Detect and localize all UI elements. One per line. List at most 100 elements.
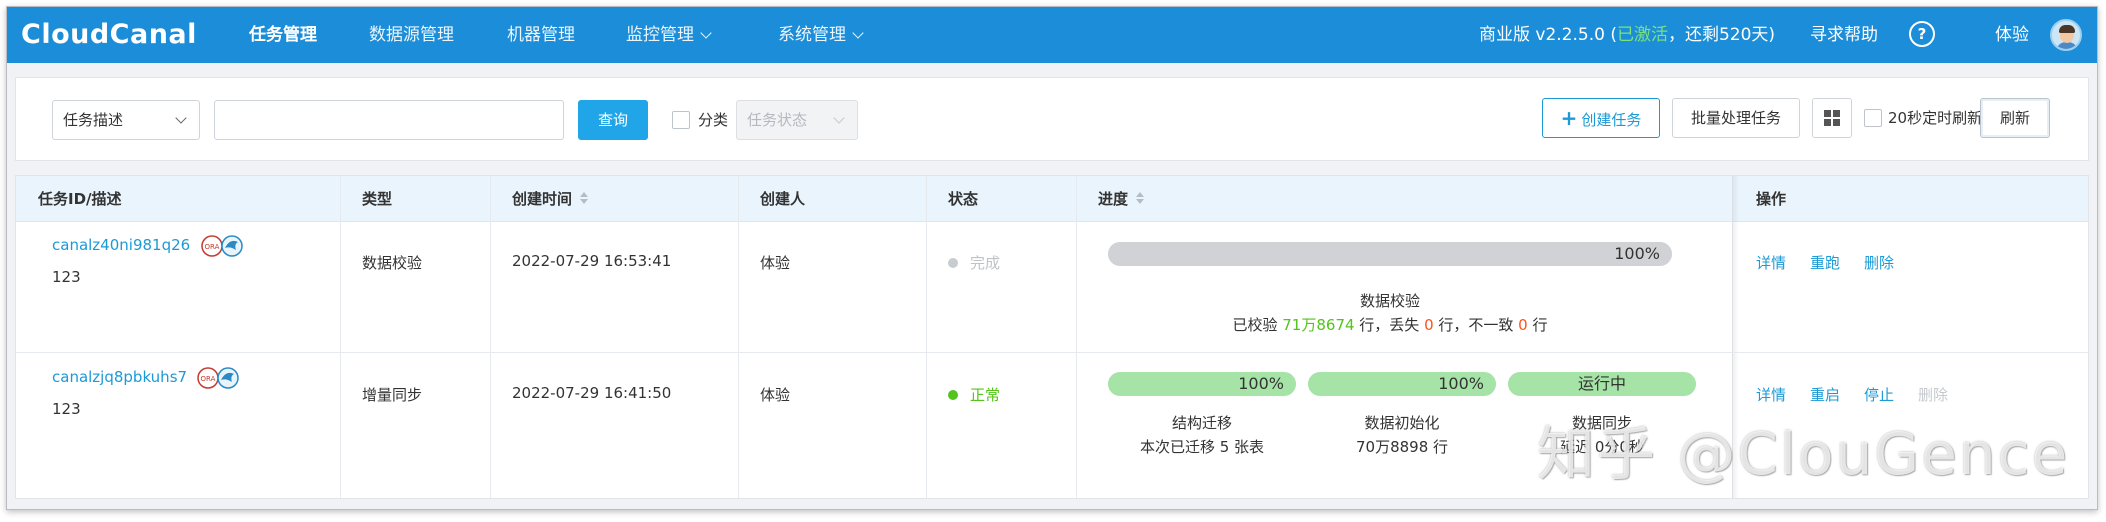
col-header-actions: 操作 [1756,190,1787,208]
version-info: 商业版 v2.2.5.0 (已激活，还剩520天) [1479,7,1775,63]
nav-item-label: 监控管理 [626,25,694,45]
create-task-button[interactable]: + 创建任务 [1542,98,1660,138]
nav-item-machine-management[interactable]: 机器管理 [507,7,575,63]
stage-detail: 延迟 0分0秒 [1560,438,1644,456]
svg-text:ORA: ORA [201,375,216,383]
stage-detail: 70万8898 行 [1355,438,1449,456]
column-divider [340,176,341,498]
col-header-type: 类型 [362,190,393,208]
avatar[interactable] [2050,19,2082,51]
progress-bar-sync: 运行中 [1508,372,1696,396]
stats-text: 行，不一致 [1433,316,1519,334]
grid-view-button[interactable] [1812,98,1852,138]
task-created: 2022-07-29 16:53:41 [512,252,672,270]
restart-link[interactable]: 重启 [1810,384,1840,405]
progress-fill [1108,242,1672,266]
mismatch-count: 0 [1518,316,1528,334]
stage-name: 结构迁移 [1171,414,1232,432]
task-creator: 体验 [760,386,791,404]
query-button[interactable]: 查询 [578,100,648,140]
delete-link[interactable]: 删除 [1864,252,1894,273]
progress-bar-structure: 100% [1108,372,1296,396]
progress-percent: 100% [1438,374,1484,393]
rerun-link[interactable]: 重跑 [1810,252,1840,273]
avatar-hair [2059,25,2075,33]
filter-field-select[interactable]: 任务描述 [52,100,200,140]
detail-link[interactable]: 详情 [1756,252,1786,273]
status-text: 正常 [970,386,1001,404]
auto-refresh-label: 20秒定时刷新 [1888,109,1983,127]
avatar-body [2056,42,2078,49]
search-input[interactable] [214,100,564,140]
col-header-progress[interactable]: 进度 [1098,176,1145,222]
help-icon[interactable]: ? [1909,21,1935,47]
datasource-icons: ORA [201,235,243,257]
col-header-progress-label: 进度 [1098,190,1129,208]
user-name[interactable]: 体验 [1995,7,2029,63]
category-checkbox[interactable] [672,111,690,129]
cloudcanal-logo[interactable]: CloudCanal [21,19,197,50]
status-badge: 正常 [948,384,1000,405]
col-header-created-label: 创建时间 [512,190,573,208]
progress-stage-name: 数据校验 [1359,292,1420,310]
create-task-label: 创建任务 [1581,111,1642,129]
stage-detail: 本次已迁移 5 张表 [1139,438,1265,456]
table-header: 任务ID/描述 类型 创建时间 创建人 状态 进度 操作 [16,176,2088,222]
status-badge: 完成 [948,252,1000,273]
nav-item-task-management[interactable]: 任务管理 [249,7,317,63]
col-header-creator: 创建人 [760,190,806,208]
datasource-icons: ORA [197,367,239,389]
app-window: CloudCanal 任务管理 数据源管理 机器管理 监控管理 系统管理 商业版… [6,6,2098,510]
activation-status: 已激活 [1616,25,1668,45]
task-desc: 123 [52,268,81,286]
nav-item-monitor-management[interactable]: 监控管理 [626,7,712,63]
task-status-select[interactable]: 任务状态 [736,100,858,140]
delete-link[interactable]: 删除 [1918,384,1948,405]
filter-toolbar: 任务描述 查询 分类 任务状态 + 创建任务 批量处理任务 20秒定时刷新 刷新 [15,77,2089,161]
detail-link[interactable]: 详情 [1756,384,1786,405]
column-divider [1076,176,1077,498]
top-nav-bar: CloudCanal 任务管理 数据源管理 机器管理 监控管理 系统管理 商业版… [7,7,2097,63]
category-label: 分类 [698,111,729,129]
remaining-days: ，还剩520天) [1667,25,1776,45]
task-id-link[interactable]: canalz40ni981q26 [52,236,190,254]
stage-name: 数据同步 [1571,414,1632,432]
fixed-column-shadow [1733,176,1739,498]
progress-percent: 100% [1238,374,1284,393]
task-creator: 体验 [760,254,791,272]
nav-item-label: 系统管理 [778,25,846,45]
verified-count: 71万8674 [1282,316,1355,334]
task-desc: 123 [52,400,81,418]
stats-text: 行，丢失 [1354,316,1425,334]
column-divider [926,176,927,498]
row-divider [16,352,2088,353]
sort-icon[interactable] [1136,191,1145,204]
auto-refresh-checkbox[interactable] [1864,109,1882,127]
progress-percent: 100% [1614,244,1660,263]
task-created: 2022-07-29 16:41:50 [512,384,672,402]
grid-icon [1824,110,1840,126]
status-text: 完成 [970,254,1001,272]
stage-name: 数据初始化 [1364,414,1440,432]
stats-text: 行 [1527,316,1548,334]
refresh-button[interactable]: 刷新 [1980,98,2050,138]
nav-item-system-management[interactable]: 系统管理 [778,7,864,63]
nav-item-datasource-management[interactable]: 数据源管理 [369,7,454,63]
col-header-id: 任务ID/描述 [38,190,122,208]
sort-icon[interactable] [580,191,589,204]
stop-link[interactable]: 停止 [1864,384,1894,405]
version-text: 商业版 v2.2.5.0 ( [1479,25,1617,45]
svg-text:ORA: ORA [205,243,220,251]
help-link[interactable]: 寻求帮助 [1810,7,1878,63]
stats-text: 已校验 [1232,316,1283,334]
column-divider [490,176,491,498]
chevron-down-icon [833,112,845,124]
col-header-status: 状态 [948,190,979,208]
col-header-created[interactable]: 创建时间 [512,176,589,222]
batch-process-button[interactable]: 批量处理任务 [1672,98,1800,138]
task-type: 增量同步 [362,386,423,404]
task-id-link[interactable]: canalzjq8pbkuhs7 [52,368,187,386]
task-table: 任务ID/描述 类型 创建时间 创建人 状态 进度 操作 canalz40ni9… [15,175,2089,499]
column-divider [738,176,739,498]
progress-running-label: 运行中 [1577,374,1626,393]
